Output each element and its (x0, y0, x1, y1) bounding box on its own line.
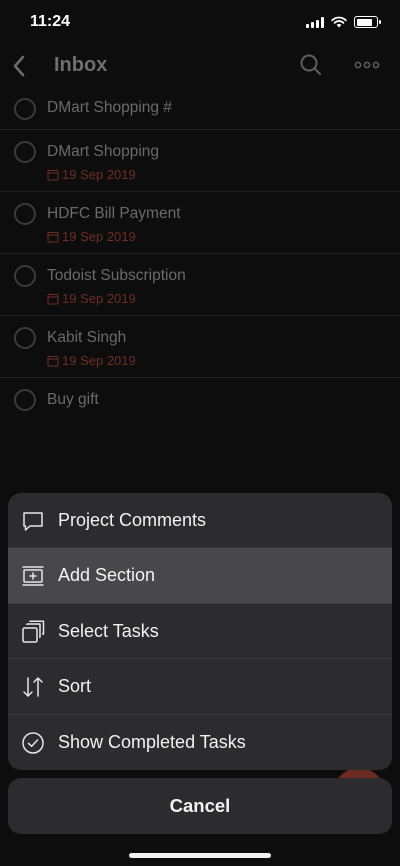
action-project-comments[interactable]: Project Comments (8, 493, 392, 549)
action-add-section[interactable]: Add Section (8, 548, 392, 604)
sort-arrows-icon (23, 677, 43, 697)
screen: 11:24 Inbox DMart Shopping # DMart Shopp… (0, 0, 400, 866)
check-circle-icon (22, 731, 44, 754)
select-tasks-icon (22, 620, 45, 643)
action-label: Project Comments (58, 510, 207, 530)
action-label: Select Tasks (58, 620, 159, 641)
home-indicator[interactable] (129, 853, 271, 858)
action-sheet: Project Comments Add Section Select Task… (8, 493, 392, 770)
action-select-tasks[interactable]: Select Tasks (8, 604, 392, 660)
cancel-button[interactable]: Cancel (8, 778, 392, 834)
action-label: Add Section (58, 565, 156, 586)
action-label: Sort (58, 676, 92, 697)
cancel-label: Cancel (169, 795, 231, 816)
action-label: Show Completed Tasks (58, 731, 246, 752)
action-sort[interactable]: Sort (8, 659, 392, 715)
action-show-completed-tasks[interactable]: Show Completed Tasks (8, 715, 392, 770)
comment-bubble-icon (23, 512, 43, 531)
add-section-icon (22, 566, 44, 587)
